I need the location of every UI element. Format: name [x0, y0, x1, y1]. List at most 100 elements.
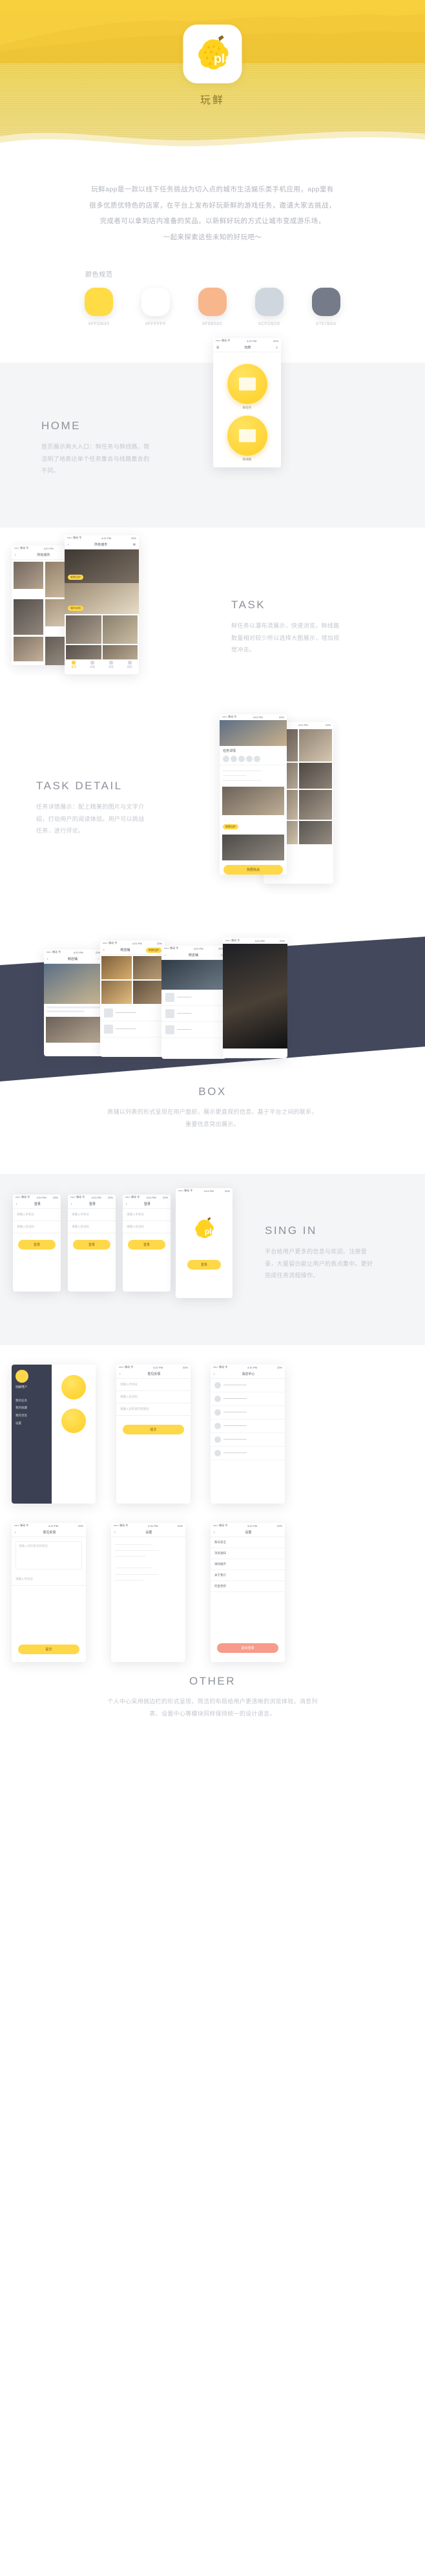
- phone-mock-settings[interactable]: ••••○ 移动 令 4:21 PM 22% ‹ 设置 账号安全 消息通知 清除…: [211, 1522, 285, 1662]
- detail-photo[interactable]: [299, 762, 332, 789]
- phone-mock-form[interactable]: ••••○ 移动 令 4:21 PM 22% ‹ 意见反馈 请输入手机号 请输入…: [116, 1364, 191, 1504]
- phone-mock-detail-middle[interactable]: ••••○ 移动 令 4:21 PM 22% 任务详情 ————————————…: [220, 714, 287, 875]
- drawer-item-settings[interactable]: 设置: [16, 1420, 48, 1427]
- phone-mock-feedback[interactable]: ••••○ 移动 令 4:21 PM 22% ‹ 意见反馈 请输入您的意见和建议…: [12, 1522, 86, 1662]
- settings-item-cache[interactable]: 清除缓存: [211, 1559, 285, 1570]
- tab-bar[interactable]: 首页 发现 消息 我的: [65, 659, 139, 670]
- list-item[interactable]: —————: [161, 1006, 226, 1022]
- phone-mock-box-2[interactable]: ••••○ 移动 令 4:21 PM 22% ‹ 鲜店铺 新鲜出炉 ——————…: [100, 940, 165, 1057]
- phone-mock-task-primary[interactable]: ••••○ 移动 令 4:21 PM 22% ‹ 所有城市 ✉ 新鲜出炉 城市未…: [65, 535, 139, 674]
- shop-photo[interactable]: [46, 1016, 101, 1043]
- form-field[interactable]: 请输入手机号: [116, 1379, 191, 1391]
- task-card[interactable]: [14, 636, 43, 661]
- contact-field[interactable]: 请输入手机号: [12, 1573, 86, 1586]
- entry-task-button[interactable]: [61, 1374, 86, 1400]
- status-bar: ••••○ 移动 令 4:21 PM 22%: [211, 1522, 285, 1529]
- shop-photo[interactable]: [133, 955, 163, 979]
- avatar[interactable]: [16, 1369, 28, 1383]
- entry-route-button[interactable]: [227, 415, 267, 456]
- login-button[interactable]: 登录: [128, 1239, 165, 1250]
- task-card[interactable]: 城市未知: [65, 582, 139, 614]
- login-button[interactable]: 登录: [18, 1239, 56, 1250]
- list-item[interactable]: ————————: [211, 1379, 285, 1392]
- feedback-textarea[interactable]: 请输入您的意见和建议: [16, 1540, 82, 1570]
- detail-tag: 新鲜出炉: [223, 824, 238, 830]
- phone-mock-box-3[interactable]: ••••○ 移动 令 4:21 PM 22% ‹ 鲜店铺 ⌕ ————— ———…: [161, 945, 226, 1059]
- phone-mock-home[interactable]: ••••○ 移动 令 4:21 PM 22% ☰ 玩鲜 ⌕ 鲜任务 鲜线路: [213, 337, 281, 467]
- phone-mock-signin-2[interactable]: ••••○ 移动 令 4:21 PM 22% ‹ 登录 请输入手机号 请输入验证…: [68, 1194, 116, 1292]
- list-item[interactable]: ————————: [211, 1433, 285, 1447]
- nav-title: 设置: [145, 1531, 152, 1535]
- submit-button[interactable]: 提交: [18, 1644, 79, 1654]
- shop-fullscreen-photo[interactable]: [223, 943, 287, 1048]
- login-button[interactable]: 登录: [187, 1260, 221, 1270]
- task-hero-card[interactable]: 新鲜出炉: [65, 549, 139, 583]
- tab-profile[interactable]: 我的: [127, 660, 132, 669]
- shop-photo[interactable]: [101, 955, 132, 979]
- entry-route-button[interactable]: [61, 1408, 86, 1433]
- list-item[interactable]: —————: [161, 1022, 226, 1038]
- drawer-item-messages[interactable]: 我的消息: [16, 1412, 48, 1420]
- phone-mock-box-4[interactable]: ••••○ 移动 令 4:21 PM 22%: [223, 937, 287, 1058]
- code-input[interactable]: 请输入验证码: [68, 1221, 116, 1233]
- search-icon[interactable]: ⌕: [276, 346, 278, 350]
- detail-photo[interactable]: [299, 789, 332, 820]
- phone-input[interactable]: 请输入手机号: [13, 1209, 61, 1221]
- phone-input[interactable]: 请输入手机号: [123, 1209, 171, 1221]
- submit-button[interactable]: 提交: [123, 1424, 184, 1434]
- list-item[interactable]: ————————: [211, 1406, 285, 1420]
- tab-discover[interactable]: 发现: [90, 660, 95, 669]
- phone-mock-drawer[interactable]: 玩鲜用户 我的任务 我的收藏 我的消息 设置: [12, 1364, 96, 1504]
- settings-item-account[interactable]: 账号安全: [211, 1537, 285, 1548]
- shop-photo[interactable]: [133, 980, 163, 1004]
- avatar: [223, 755, 229, 762]
- drawer-item-tasks[interactable]: 我的任务: [16, 1397, 48, 1405]
- task-card[interactable]: [102, 615, 138, 644]
- code-input[interactable]: 请输入验证码: [13, 1221, 61, 1233]
- phone-mock-signin-1[interactable]: ••••○ 移动 令 4:21 PM 22% ‹ 登录 请输入手机号 请输入验证…: [13, 1194, 61, 1292]
- signin-section: ••••○ 移动 令 4:21 PM 22% ‹ 登录 请输入手机号 请输入验证…: [0, 1173, 425, 1345]
- list-item[interactable]: —————: [161, 990, 226, 1006]
- status-battery: 22%: [276, 1524, 282, 1528]
- challenge-button[interactable]: 我要挑战: [223, 865, 283, 875]
- nav-bar: ‹ 设置: [211, 1528, 285, 1537]
- logout-button[interactable]: 退出登录: [217, 1643, 278, 1653]
- form-field[interactable]: 请输入您的意见和建议: [116, 1403, 191, 1416]
- detail-photo[interactable]: [299, 729, 332, 761]
- settings-item-about[interactable]: 关于我们: [211, 1570, 285, 1581]
- app-logo: play: [183, 25, 242, 83]
- task-card[interactable]: [14, 599, 43, 635]
- detail-photo[interactable]: [299, 820, 332, 844]
- settings-item-update[interactable]: 检查更新: [211, 1581, 285, 1592]
- detail-photo[interactable]: [222, 787, 284, 816]
- tab-message[interactable]: 消息: [109, 660, 114, 669]
- login-button[interactable]: 登录: [73, 1239, 110, 1250]
- list-item[interactable]: ————————: [211, 1447, 285, 1460]
- tab-home[interactable]: 首页: [71, 660, 76, 669]
- detail-photo[interactable]: [222, 835, 284, 861]
- list-item[interactable]: ———————: [100, 1021, 165, 1038]
- form-field[interactable]: 请输入验证码: [116, 1391, 191, 1403]
- status-bar: ••••○ 移动 令 4:21 PM 22%: [44, 949, 103, 955]
- status-carrier: ••••○ 移动 令: [222, 715, 237, 719]
- code-input[interactable]: 请输入验证码: [123, 1221, 171, 1233]
- inbox-icon[interactable]: ✉: [133, 543, 136, 547]
- list-item[interactable]: ————————: [211, 1392, 285, 1406]
- task-card[interactable]: [14, 561, 43, 589]
- phone-mock-agreement[interactable]: ••••○ 移动 令 4:21 PM 22% ‹ 设置 ————————————…: [111, 1522, 185, 1662]
- list-item[interactable]: ———————: [100, 1005, 165, 1021]
- shop-photo[interactable]: [101, 980, 132, 1004]
- drawer-item-favorites[interactable]: 我的收藏: [16, 1404, 48, 1412]
- home-title: HOME: [41, 419, 81, 432]
- phone-mock-signin-3[interactable]: ••••○ 移动 令 4:21 PM 22% ‹ 登录 请输入手机号 请输入验证…: [123, 1194, 171, 1292]
- settings-item-notify[interactable]: 消息通知: [211, 1548, 285, 1559]
- phone-input[interactable]: 请输入手机号: [68, 1209, 116, 1221]
- intro-line-1: 玩鲜app是一款以线下任务挑战为切入点的城市生活娱乐类手机应用，app里有: [91, 186, 334, 193]
- list-item[interactable]: ————————: [211, 1420, 285, 1433]
- entry-task-button[interactable]: [227, 363, 267, 404]
- shop-photo[interactable]: [161, 959, 226, 990]
- phone-mock-signin-splash[interactable]: ••••○ 移动 令 4:21 PM 22% play 登录: [176, 1187, 233, 1298]
- phone-mock-message-list[interactable]: ••••○ 移动 令 4:21 PM 22% ‹ 消息中心 ———————— —…: [211, 1364, 285, 1504]
- task-card[interactable]: [66, 615, 101, 644]
- phone-mock-box-1[interactable]: ••••○ 移动 令 4:21 PM 22% ‹ 鲜店铺 ⋯: [44, 949, 103, 1056]
